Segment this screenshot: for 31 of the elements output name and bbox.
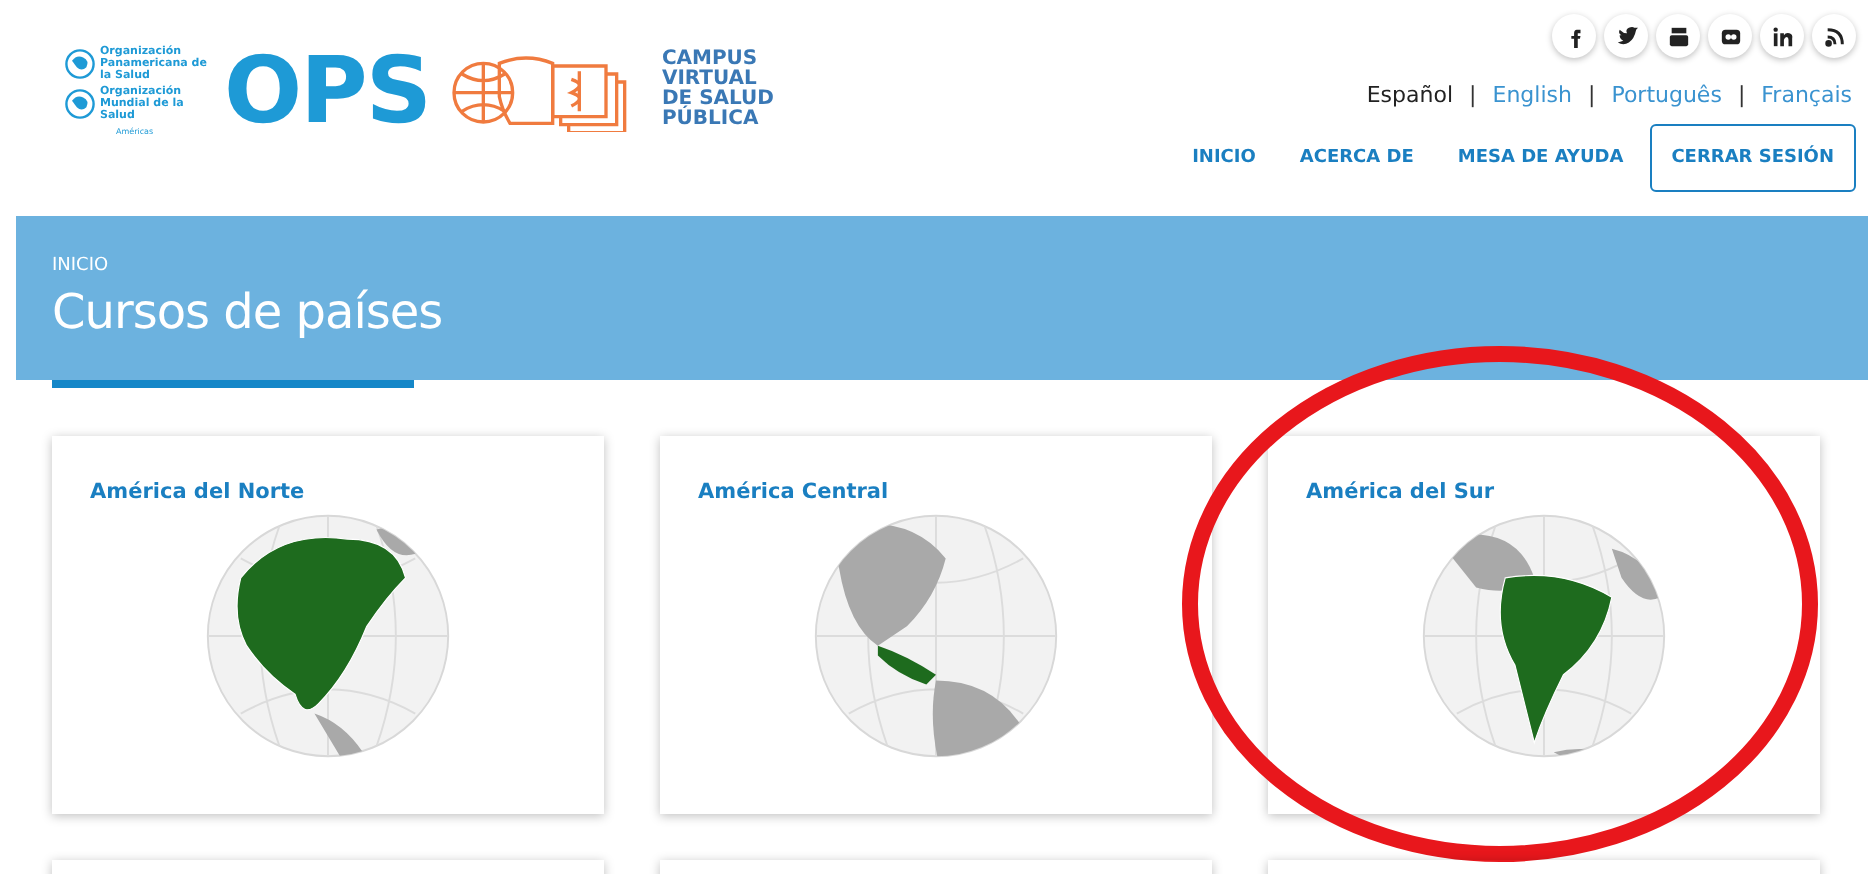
flickr-icon[interactable] [1708,14,1752,58]
separator: | [1737,82,1746,108]
globe-emblem-icon [64,87,96,119]
course-card[interactable]: América Central [660,436,1212,814]
course-card[interactable]: América del Sur [1268,436,1820,814]
card-title[interactable]: América del Norte [90,480,305,504]
nav-link[interactable]: ACERCA DE [1277,148,1436,168]
nav-link[interactable]: INICIO [1170,148,1278,168]
separator: | [1469,82,1477,108]
logout-button[interactable]: CERRAR SESIÓN [1649,124,1856,192]
language-link[interactable]: Français [1761,82,1852,108]
campus-logo-text: VIRTUAL [661,70,757,90]
card-title[interactable]: América del Sur [1306,480,1495,504]
linkedin-icon[interactable] [1760,14,1804,58]
language-link[interactable]: Português [1611,82,1722,108]
course-card[interactable]: América del Norte [52,436,604,814]
facebook-icon[interactable] [1552,14,1596,58]
acronym-logo: OPS [224,44,430,136]
card-title[interactable]: América Central [698,480,889,504]
language-link[interactable]: English [1492,82,1572,108]
youtube-icon[interactable] [1656,14,1700,58]
campus-logo-text: PÚBLICA [661,110,761,130]
rss-icon[interactable] [1812,14,1856,58]
breadcrumb-link[interactable]: INICIO [52,256,1832,276]
page-title: Cursos de países [52,284,445,340]
globe-emblem-icon [64,47,96,79]
nav-link[interactable]: MESA DE AYUDA [1435,148,1646,168]
separator: | [1587,82,1596,108]
campus-logo-text: CAMPUS [661,50,760,70]
language-link[interactable]: Español [1366,82,1454,108]
twitter-icon[interactable] [1604,14,1648,58]
